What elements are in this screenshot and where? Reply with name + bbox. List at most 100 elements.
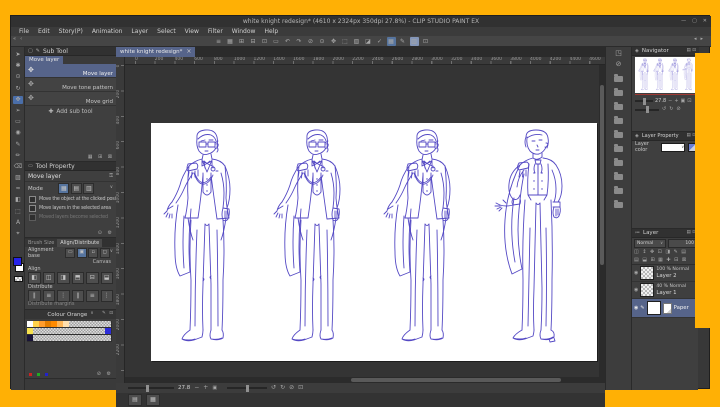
material-folder-icon[interactable] <box>614 144 623 152</box>
align-button[interactable]: ⬓ <box>100 271 113 284</box>
layer-tool-icon[interactable]: ⊡ <box>658 249 662 255</box>
tool-property-footer-icons[interactable]: ⊙ ⚙ <box>98 231 114 236</box>
menu-item[interactable]: View <box>185 28 199 35</box>
vertical-scrollbar-thumb[interactable] <box>600 85 604 265</box>
color-set-footer-icons[interactable]: ⊘ ⚙ <box>97 372 113 377</box>
tool-icon[interactable]: ➤ <box>13 51 23 59</box>
no-entry-icon[interactable]: ⊘ <box>616 61 622 68</box>
tool-icon[interactable]: ✱ <box>13 62 23 70</box>
tool-icon[interactable]: ➢ <box>13 107 23 115</box>
layer-command-icon[interactable]: ⊟ <box>674 257 678 263</box>
nav-fit-icon[interactable]: ▣ <box>681 98 686 104</box>
command-icon[interactable]: ⬚ <box>341 37 350 46</box>
color-swatch[interactable] <box>105 335 112 342</box>
add-sub-tool-button[interactable]: ✚ Add sub tool <box>25 106 116 118</box>
zoom-slider[interactable] <box>128 384 174 392</box>
color-swatch[interactable] <box>105 328 112 335</box>
alignment-base-dropdown-icon[interactable]: ∨ <box>110 250 113 255</box>
spread-page-button[interactable]: ▦ <box>146 394 160 406</box>
material-folder-icon[interactable] <box>614 172 623 180</box>
minimize-button[interactable]: — <box>681 19 686 24</box>
align-button[interactable]: ⬒ <box>71 271 84 284</box>
tool-icon[interactable]: ⌫ <box>13 163 23 171</box>
dock-arrow-left-icon[interactable]: ◂ <box>694 37 697 42</box>
tool-icon[interactable]: ▭ <box>13 118 23 126</box>
history-color-dot[interactable] <box>37 373 40 376</box>
distribute-button[interactable]: ≡ <box>42 289 55 302</box>
material-folder-icon[interactable] <box>614 130 623 138</box>
layer-color-swatch-button[interactable]: ∨ <box>661 142 686 152</box>
mode-button[interactable]: ▦ <box>58 183 70 194</box>
command-icon[interactable]: ≡ <box>214 37 223 46</box>
menu-item[interactable]: Select <box>157 28 176 35</box>
nav-zoom-out-icon[interactable]: − <box>668 98 672 104</box>
tool-property-tab-icon[interactable]: ▭ <box>28 163 33 169</box>
material-folder-icon[interactable] <box>614 186 623 194</box>
menu-item[interactable]: Filter <box>208 28 223 35</box>
layer-tool-icon[interactable]: ◨ <box>665 249 670 255</box>
sub-tool-item[interactable]: ✥ Move layer <box>25 64 116 78</box>
distribute-button[interactable]: ∥ <box>71 289 84 302</box>
command-icon[interactable]: ✎ <box>398 37 407 46</box>
tool-icon[interactable]: ⌖ <box>13 230 23 238</box>
command-icon[interactable]: ▧ <box>352 37 361 46</box>
command-icon[interactable]: ⊡ <box>421 37 430 46</box>
color-swatch[interactable] <box>105 321 112 328</box>
alignment-base-button[interactable]: ▫ <box>88 247 99 258</box>
command-icon[interactable]: ▭ <box>272 37 281 46</box>
close-button[interactable]: ✕ <box>703 19 707 24</box>
mode-dropdown-icon[interactable]: ∨ <box>110 186 113 191</box>
document-tab[interactable]: white knight redesign* × <box>116 47 196 57</box>
transparent-color-swatch[interactable] <box>14 276 23 282</box>
canvas-viewport[interactable] <box>125 65 599 377</box>
nav-zoom-in-icon[interactable]: + <box>674 98 678 104</box>
command-icon[interactable]: ↶ <box>283 37 292 46</box>
layer-panel-tab-icon[interactable]: ≔ <box>635 230 640 236</box>
distribute-button[interactable]: ⋮ <box>57 289 70 302</box>
zoom-in-icon[interactable]: + <box>203 385 208 391</box>
mode-button[interactable]: ▤ <box>70 183 82 194</box>
horizontal-scrollbar-thumb[interactable] <box>351 378 561 382</box>
sub-tool-tab-icon[interactable]: ✎ <box>36 48 40 54</box>
material-folder-icon[interactable] <box>614 88 623 96</box>
subview-icon[interactable]: ◳ <box>615 50 622 57</box>
align-button[interactable]: ⊟ <box>86 271 99 284</box>
single-page-button[interactable]: ▤ <box>128 394 142 406</box>
sub-tool-item[interactable]: ✥ Move grid <box>25 92 116 106</box>
command-icon[interactable]: ▦ <box>386 37 396 46</box>
nav-rotate-right-icon[interactable]: ↻ <box>669 107 673 112</box>
alignment-base-button[interactable]: ▣ <box>76 247 87 258</box>
title-bar[interactable]: white knight redesign* (4610 x 2324px 35… <box>11 16 711 27</box>
material-folder-icon[interactable] <box>614 102 623 110</box>
navigator-thumbnail[interactable] <box>635 57 696 93</box>
tool-icon[interactable]: A <box>13 219 23 227</box>
menu-item[interactable]: Animation <box>92 28 123 35</box>
tool-icon[interactable]: ≈ <box>13 185 23 193</box>
canvas-page[interactable] <box>151 123 597 361</box>
command-icon[interactable]: ◪ <box>364 37 373 46</box>
collapse-left2-icon[interactable]: ‹ <box>20 37 22 42</box>
align-button[interactable]: ◨ <box>57 271 70 284</box>
lock-icon[interactable]: ⚿ <box>109 173 113 179</box>
color-set-dropdown-icon[interactable]: ∨ <box>90 312 93 317</box>
navigator-rotate-slider[interactable] <box>635 106 659 113</box>
dock-arrow-right-icon[interactable]: ▸ <box>700 37 703 42</box>
menu-item[interactable]: Edit <box>38 28 50 35</box>
tool-icon[interactable]: ↻ <box>13 85 23 93</box>
layer-property-tab-icon[interactable]: ◈ <box>635 133 639 139</box>
dock-tab-icon[interactable]: ▢ <box>28 48 33 54</box>
command-icon[interactable]: ▦ <box>226 37 235 46</box>
fit-screen-icon[interactable]: ▣ <box>212 385 217 391</box>
color-set-header-icons[interactable]: ✎ ⊡ <box>102 311 114 317</box>
menu-item[interactable]: File <box>19 28 29 35</box>
command-icon[interactable]: ⊟ <box>249 37 258 46</box>
command-icon[interactable]: ↷ <box>295 37 304 46</box>
reset-view-icon[interactable]: ⊡ <box>298 385 303 391</box>
navigator-zoom-slider[interactable] <box>635 97 653 105</box>
checkbox-move-object[interactable] <box>29 196 36 203</box>
mode-button[interactable]: ▥ <box>83 183 95 194</box>
layer-tool-icon[interactable]: ▤ <box>681 249 686 255</box>
tab-brush-size[interactable]: Brush Size <box>25 238 58 247</box>
color-set-title[interactable]: Colour Orange <box>47 312 87 318</box>
layer-row-selected[interactable]: ◉ ✎ Paper <box>632 299 699 318</box>
